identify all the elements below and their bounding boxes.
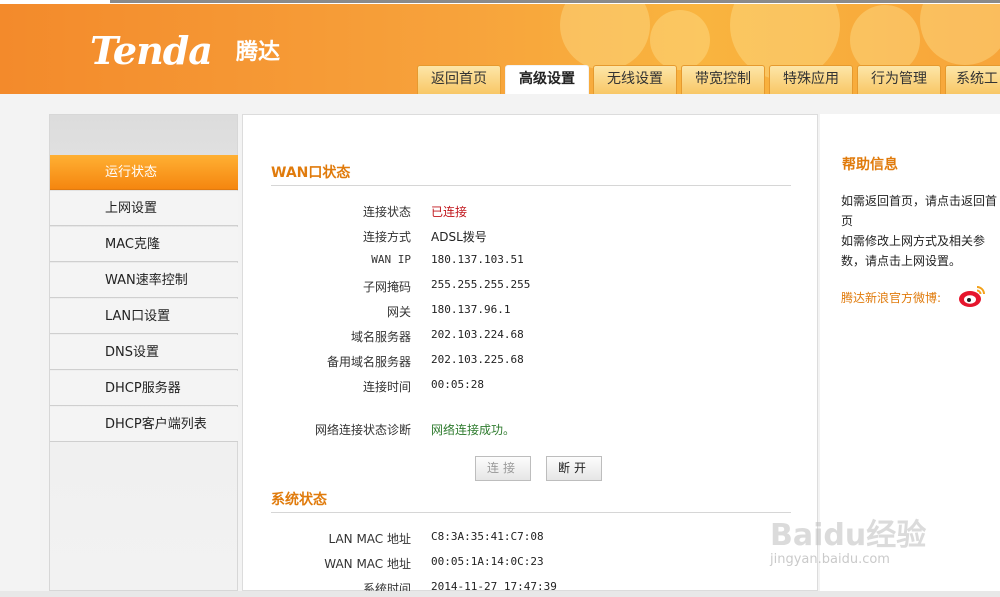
weibo-link[interactable]: 腾达新浪官方微博: — [841, 289, 941, 306]
wan-row-mask: 子网掩码 255.255.255.255 — [271, 278, 791, 298]
row-value: 180.137.103.51 — [431, 253, 524, 266]
top-tabs: 返回首页 高级设置 无线设置 带宽控制 特殊应用 行为管理 系统工 — [417, 65, 1000, 94]
wan-row-dns2: 备用域名服务器 202.103.225.68 — [271, 353, 791, 373]
row-label: WAN MAC 地址 — [324, 557, 411, 571]
tab-system[interactable]: 系统工 — [945, 65, 1000, 94]
help-text-home: 如需返回首页，请点击返回首页 — [841, 194, 998, 228]
weibo-icon[interactable] — [958, 284, 986, 308]
row-label: 连接方式 — [362, 230, 411, 244]
row-value: C8:3A:35:41:C7:08 — [431, 530, 544, 543]
row-value: 00:05:28 — [431, 378, 484, 391]
wan-row-ip: WAN IP 180.137.103.51 — [271, 253, 791, 273]
sidebar-item-mac-clone[interactable]: MAC克隆 — [50, 227, 238, 262]
tab-bandwidth[interactable]: 带宽控制 — [681, 65, 765, 94]
connect-button[interactable]: 连接 — [475, 456, 531, 481]
logo-chinese: 腾达 — [236, 40, 281, 65]
connection-status-value: 已连接 — [431, 205, 468, 219]
tab-advanced[interactable]: 高级设置 — [505, 65, 589, 94]
sidebar-item-wan-rate[interactable]: WAN速率控制 — [50, 263, 238, 298]
tab-home[interactable]: 返回首页 — [417, 65, 501, 94]
header-decoration — [650, 10, 710, 70]
main-panel: WAN口状态 连接状态 已连接 连接方式 ADSL拨号 WAN IP 180.1… — [242, 114, 818, 592]
bottom-border — [0, 591, 1000, 597]
header-decoration — [920, 0, 1000, 65]
help-title: 帮助信息 — [842, 157, 898, 173]
system-row-lan-mac: LAN MAC 地址 C8:3A:35:41:C7:08 — [271, 530, 791, 550]
row-value: 180.137.96.1 — [431, 303, 511, 316]
row-label: 连接状态 — [362, 205, 411, 219]
row-value: 00:05:1A:14:0C:23 — [431, 555, 544, 568]
top-bar-line — [110, 0, 1000, 3]
row-value: 202.103.225.68 — [431, 353, 524, 366]
top-bar — [0, 0, 1000, 4]
sidebar-item-internet[interactable]: 上网设置 — [50, 191, 238, 226]
tab-special[interactable]: 特殊应用 — [769, 65, 853, 94]
disconnect-button[interactable]: 断开 — [546, 456, 602, 481]
wan-row-dns: 域名服务器 202.103.224.68 — [271, 328, 791, 348]
row-label: WAN IP — [371, 253, 411, 266]
header: Tenda 腾达 返回首页 高级设置 无线设置 带宽控制 特殊应用 行为管理 系… — [0, 0, 1000, 94]
wan-row-diagnosis: 网络连接状态诊断 网络连接成功。 — [271, 421, 791, 441]
sidebar-item-dhcp-server[interactable]: DHCP服务器 — [50, 371, 238, 406]
row-label: 网关 — [386, 305, 411, 319]
wan-row-mode: 连接方式 ADSL拨号 — [271, 228, 791, 248]
sidebar-menu: 运行状态 上网设置 MAC克隆 WAN速率控制 LAN口设置 DNS设置 DHC… — [49, 114, 238, 591]
row-label: 连接时间 — [362, 380, 411, 394]
tab-wireless[interactable]: 无线设置 — [593, 65, 677, 94]
row-label: 备用域名服务器 — [326, 355, 411, 369]
sidebar-item-dhcp-clients[interactable]: DHCP客户端列表 — [50, 407, 238, 442]
row-label: 子网掩码 — [362, 280, 411, 294]
section-divider — [271, 185, 791, 186]
wan-row-time: 连接时间 00:05:28 — [271, 378, 791, 398]
diagnosis-value: 网络连接成功。 — [431, 423, 516, 437]
tab-behavior[interactable]: 行为管理 — [857, 65, 941, 94]
wan-row-status: 连接状态 已连接 — [271, 203, 791, 223]
sidebar-item-status[interactable]: 运行状态 — [50, 155, 238, 190]
wan-row-gateway: 网关 180.137.96.1 — [271, 303, 791, 323]
section-divider — [271, 512, 791, 513]
help-text-internet: 如需修改上网方式及相关参数，请点击上网设置。 — [841, 234, 986, 268]
sidebar-item-dns[interactable]: DNS设置 — [50, 335, 238, 370]
row-label: LAN MAC 地址 — [328, 532, 411, 546]
row-value: 255.255.255.255 — [431, 278, 531, 291]
system-section-title: 系统状态 — [271, 492, 327, 508]
sidebar-item-lan[interactable]: LAN口设置 — [50, 299, 238, 334]
logo: Tenda — [90, 28, 213, 73]
row-label: 网络连接状态诊断 — [314, 423, 411, 437]
row-value: ADSL拨号 — [431, 230, 487, 244]
system-row-wan-mac: WAN MAC 地址 00:05:1A:14:0C:23 — [271, 555, 791, 575]
header-decoration — [560, 0, 650, 70]
row-label: 域名服务器 — [350, 330, 411, 344]
wan-section-title: WAN口状态 — [271, 165, 351, 181]
row-value: 202.103.224.68 — [431, 328, 524, 341]
help-panel: 帮助信息 如需返回首页，请点击返回首页 如需修改上网方式及相关参数，请点击上网设… — [820, 114, 1000, 591]
